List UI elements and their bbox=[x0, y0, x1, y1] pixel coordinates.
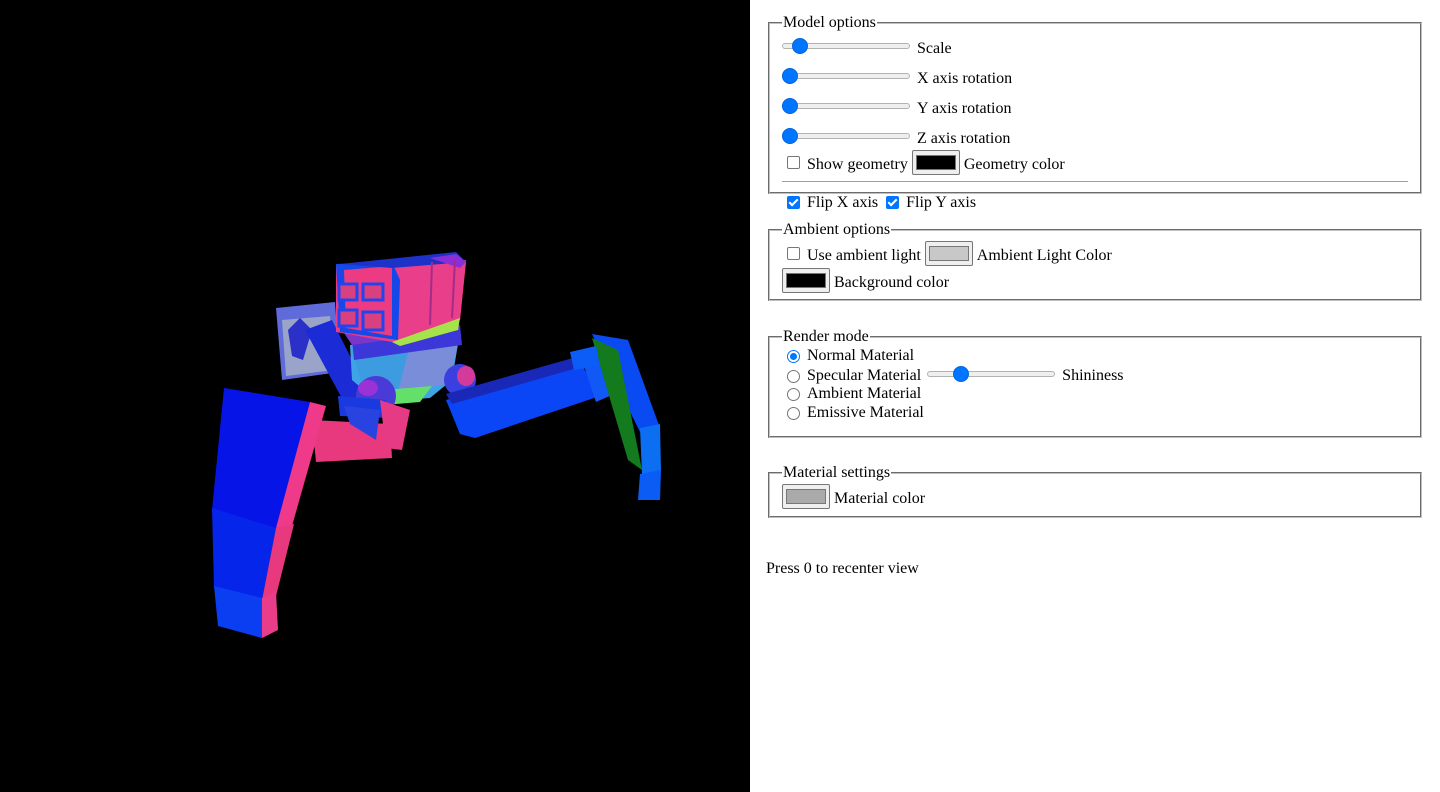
ambient-light-color-swatch bbox=[928, 246, 969, 261]
x-rotation-slider[interactable] bbox=[782, 68, 910, 84]
ambient-light-color-picker[interactable] bbox=[924, 241, 973, 266]
emissive-material-label: Emissive Material bbox=[807, 404, 924, 421]
material-color-row: Material color bbox=[782, 484, 1408, 509]
material-color-swatch bbox=[786, 489, 826, 504]
background-color-swatch bbox=[786, 273, 826, 288]
specular-material-row: Specular Material Shininess bbox=[782, 366, 1408, 385]
ambient-material-label: Ambient Material bbox=[807, 385, 922, 402]
render-mode-fieldset: Render mode Normal Material Specular Mat… bbox=[768, 328, 1422, 438]
background-color-label: Background color bbox=[834, 273, 950, 291]
specular-material-label: Specular Material bbox=[807, 367, 922, 384]
x-rotation-label: X axis rotation bbox=[917, 70, 1013, 87]
ambient-options-legend: Ambient options bbox=[783, 221, 891, 238]
geometry-color-swatch bbox=[915, 155, 956, 170]
z-rotation-row: Z axis rotation bbox=[782, 124, 1408, 148]
ambient-material-radio[interactable] bbox=[787, 387, 800, 401]
flip-y-checkbox[interactable] bbox=[886, 195, 900, 209]
background-color-picker[interactable] bbox=[782, 268, 830, 293]
ambient-light-color-label: Ambient Light Color bbox=[976, 246, 1112, 264]
3d-viewport-canvas[interactable] bbox=[0, 0, 750, 792]
y-rotation-slider-thumb[interactable] bbox=[782, 98, 798, 114]
shininess-slider-thumb[interactable] bbox=[952, 366, 969, 382]
x-rotation-slider-thumb[interactable] bbox=[782, 68, 798, 84]
z-rotation-slider-thumb[interactable] bbox=[782, 128, 798, 144]
normal-material-radio[interactable] bbox=[787, 349, 800, 363]
y-rotation-slider[interactable] bbox=[782, 98, 910, 114]
z-rotation-slider[interactable] bbox=[782, 128, 910, 144]
robot-model-render bbox=[212, 252, 661, 638]
show-geometry-checkbox[interactable] bbox=[787, 156, 800, 169]
shininess-slider[interactable] bbox=[927, 366, 1056, 382]
material-settings-fieldset: Material settings Material color bbox=[768, 464, 1422, 518]
model-options-legend: Model options bbox=[783, 14, 876, 31]
normal-material-row: Normal Material bbox=[782, 347, 1408, 365]
ambient-options-fieldset: Ambient options Use ambient light Ambien… bbox=[768, 221, 1422, 301]
flip-y-label: Flip Y axis bbox=[906, 194, 977, 211]
scale-label: Scale bbox=[917, 40, 952, 57]
background-color-row: Background color bbox=[782, 268, 1408, 293]
use-ambient-light-label: Use ambient light bbox=[807, 246, 921, 264]
geometry-color-label: Geometry color bbox=[963, 155, 1065, 173]
flip-x-label: Flip X axis bbox=[807, 194, 879, 211]
x-rotation-row: X axis rotation bbox=[782, 64, 1408, 88]
emissive-material-radio[interactable] bbox=[787, 406, 800, 420]
shininess-label: Shininess bbox=[1062, 367, 1124, 384]
y-rotation-label: Y axis rotation bbox=[917, 100, 1012, 117]
scale-row: Scale bbox=[782, 34, 1408, 58]
geometry-color-picker[interactable] bbox=[911, 150, 960, 175]
normal-material-label: Normal Material bbox=[807, 347, 915, 364]
render-mode-legend: Render mode bbox=[783, 328, 869, 345]
flip-x-checkbox[interactable] bbox=[787, 195, 800, 209]
use-ambient-light-checkbox[interactable] bbox=[787, 247, 800, 260]
show-geometry-row: Show geometry Geometry color bbox=[782, 150, 1408, 175]
y-rotation-row: Y axis rotation bbox=[782, 94, 1408, 118]
ambient-material-row: Ambient Material bbox=[782, 385, 1408, 403]
model-options-fieldset: Model options Scale X axis rotation Y ax… bbox=[768, 14, 1422, 211]
ambient-light-row: Use ambient light Ambient Light Color bbox=[782, 241, 1408, 266]
model-options-divider bbox=[782, 181, 1408, 182]
emissive-material-row: Emissive Material bbox=[782, 404, 1408, 422]
specular-material-radio[interactable] bbox=[787, 369, 800, 383]
show-geometry-label: Show geometry bbox=[807, 155, 908, 173]
material-settings-legend: Material settings bbox=[783, 464, 891, 481]
settings-panel: Model options Scale X axis rotation Y ax… bbox=[766, 0, 1422, 792]
flip-axis-row: Flip X axis Flip Y axis bbox=[782, 192, 1408, 212]
scale-slider[interactable] bbox=[782, 38, 910, 54]
material-color-picker[interactable] bbox=[782, 484, 830, 509]
material-color-label: Material color bbox=[834, 489, 926, 507]
z-rotation-label: Z axis rotation bbox=[917, 130, 1011, 147]
scale-slider-thumb[interactable] bbox=[792, 38, 809, 54]
recenter-hint: Press 0 to recenter view bbox=[766, 560, 919, 577]
